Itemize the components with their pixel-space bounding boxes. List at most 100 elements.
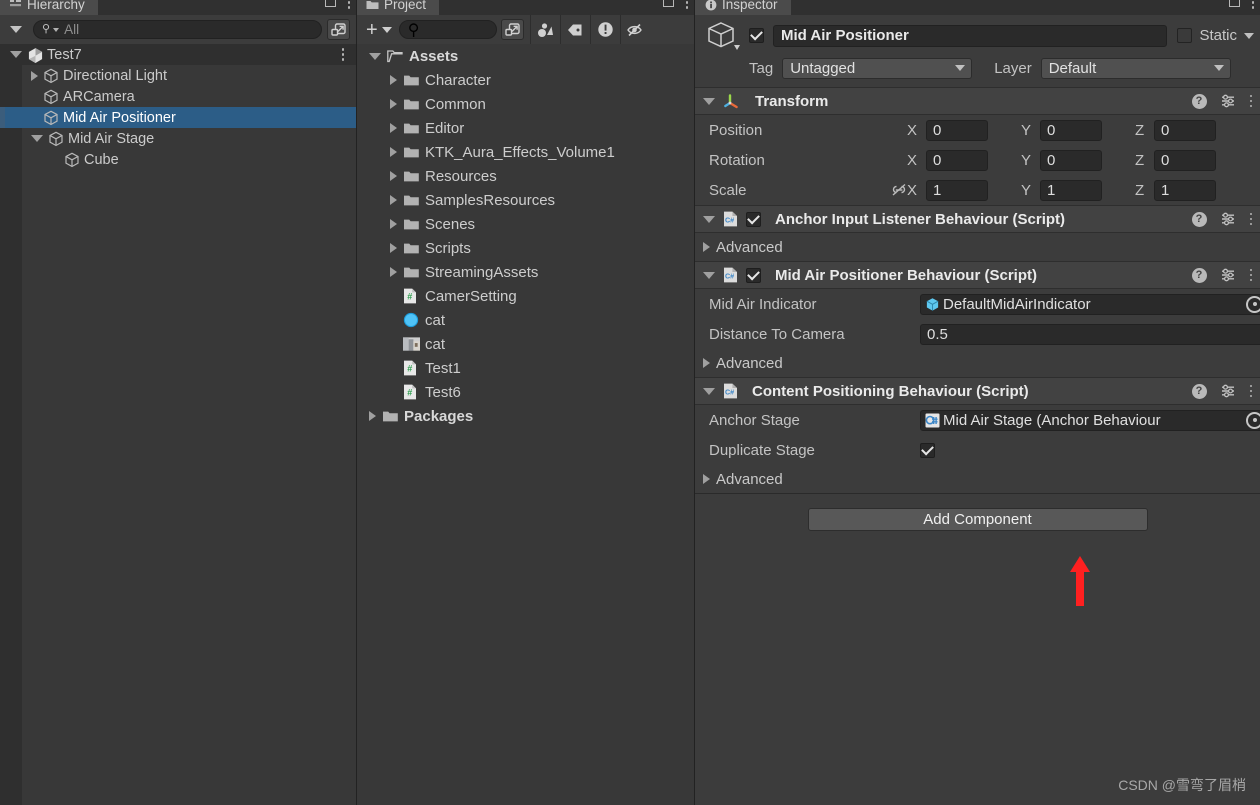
help-icon[interactable]: ?	[1191, 383, 1207, 399]
project-item-cat[interactable]: cat	[357, 332, 694, 356]
collapse-triangle-icon[interactable]	[703, 242, 710, 252]
component-menu-icon[interactable]	[1249, 268, 1252, 282]
project-tree[interactable]: Assets Character Common Editor KTK_Aura_Effe…	[357, 44, 694, 805]
layer-dropdown[interactable]: Default	[1040, 57, 1231, 79]
collapse-triangle-icon[interactable]	[390, 243, 397, 253]
project-menu-icon[interactable]	[685, 0, 688, 9]
component-menu-icon[interactable]	[1249, 384, 1252, 398]
hierarchy-item-mid-air-positioner[interactable]: Mid Air Positioner	[0, 107, 356, 128]
expand-triangle-icon[interactable]	[31, 135, 43, 142]
preset-icon[interactable]	[1221, 212, 1236, 226]
expand-triangle-icon[interactable]	[703, 215, 715, 223]
maximize-icon[interactable]	[324, 0, 336, 8]
advanced-foldout[interactable]: Advanced	[695, 233, 1260, 261]
hierarchy-item-mid-air-stage[interactable]: Mid Air Stage	[0, 128, 356, 149]
collapse-triangle-icon[interactable]	[390, 219, 397, 229]
hierarchy-item-arcamera[interactable]: ARCamera	[0, 86, 356, 107]
collapse-triangle-icon[interactable]	[390, 147, 397, 157]
preset-icon[interactable]	[1221, 384, 1236, 398]
expand-triangle-icon[interactable]	[703, 97, 715, 105]
collapse-triangle-icon[interactable]	[369, 411, 376, 421]
hierarchy-create-dropdown-icon[interactable]	[10, 26, 22, 33]
component-header[interactable]: C# Anchor Input Listener Behaviour (Scrip…	[695, 205, 1260, 233]
project-item-assets[interactable]: Assets	[357, 44, 694, 68]
project-create-button[interactable]: +	[357, 20, 399, 40]
component-menu-icon[interactable]	[1249, 94, 1252, 108]
hierarchy-item-cube[interactable]: Cube	[0, 149, 356, 170]
object-picker-icon[interactable]	[1246, 295, 1260, 313]
help-icon[interactable]: ?	[1191, 211, 1207, 227]
property-field-z[interactable]: 1	[1154, 179, 1216, 201]
hierarchy-tree[interactable]: Test7 Directional Light ARCamera Mid Air Po…	[0, 44, 356, 805]
component-header[interactable]: Transform?	[695, 87, 1260, 115]
property-field-x[interactable]: 0	[926, 149, 988, 171]
help-icon[interactable]: ?	[1191, 267, 1207, 283]
expand-triangle-icon[interactable]	[703, 271, 715, 279]
collapse-triangle-icon[interactable]	[31, 70, 38, 81]
project-search-input[interactable]: ⚲	[398, 20, 497, 39]
project-item-scripts[interactable]: Scripts	[357, 236, 694, 260]
warning-icon[interactable]	[589, 15, 620, 44]
expand-triangle-icon[interactable]	[369, 52, 381, 60]
preset-icon[interactable]	[1221, 268, 1236, 282]
object-reference-field[interactable]: DefaultMidAirIndicator	[920, 293, 1260, 315]
label-tag-icon[interactable]	[559, 15, 590, 44]
property-field-x[interactable]: 1	[926, 179, 988, 201]
tab-inspector[interactable]: Inspector	[695, 0, 791, 15]
project-item-cat[interactable]: cat	[357, 308, 694, 332]
component-menu-icon[interactable]	[1249, 212, 1252, 226]
add-component-button[interactable]: Add Component	[807, 508, 1148, 531]
project-item-packages[interactable]: Packages	[357, 404, 694, 428]
hierarchy-expand-button[interactable]	[327, 19, 350, 40]
project-item-resources[interactable]: Resources	[357, 164, 694, 188]
property-field-y[interactable]: 0	[1040, 149, 1102, 171]
property-field-z[interactable]: 0	[1154, 119, 1216, 141]
collapse-triangle-icon[interactable]	[703, 358, 710, 368]
component-header[interactable]: C# Mid Air Positioner Behaviour (Script)?	[695, 261, 1260, 289]
component-header[interactable]: C# Content Positioning Behaviour (Script)…	[695, 377, 1260, 405]
property-field-y[interactable]: 1	[1040, 179, 1102, 201]
hierarchy-menu-icon[interactable]	[347, 0, 350, 9]
project-item-character[interactable]: Character	[357, 68, 694, 92]
advanced-foldout[interactable]: Advanced	[695, 465, 1260, 493]
static-checkbox[interactable]	[1177, 28, 1193, 43]
project-item-common[interactable]: Common	[357, 92, 694, 116]
component-enabled-checkbox[interactable]	[746, 211, 761, 227]
collapse-triangle-icon[interactable]	[390, 267, 397, 277]
collapse-triangle-icon[interactable]	[390, 171, 397, 181]
favorites-icon[interactable]	[529, 15, 560, 44]
advanced-foldout[interactable]: Advanced	[695, 349, 1260, 377]
project-item-camersetting[interactable]: # CamerSetting	[357, 284, 694, 308]
static-dropdown-icon[interactable]	[1244, 32, 1254, 39]
project-item-ktk-aura-effects-volume1[interactable]: KTK_Aura_Effects_Volume1	[357, 140, 694, 164]
object-picker-icon[interactable]	[1246, 411, 1260, 429]
project-expand-button[interactable]	[500, 19, 524, 40]
object-reference-field[interactable]: Mid Air Stage (Anchor Behaviour	[920, 409, 1260, 431]
project-item-scenes[interactable]: Scenes	[357, 212, 694, 236]
gameobject-name-input[interactable]: Mid Air Positioner	[773, 24, 1168, 47]
collapse-triangle-icon[interactable]	[390, 123, 397, 133]
hidden-packages-icon[interactable]	[619, 15, 650, 44]
project-item-streamingassets[interactable]: StreamingAssets	[357, 260, 694, 284]
tab-hierarchy[interactable]: Hierarchy	[0, 0, 98, 15]
property-field-y[interactable]: 0	[1040, 119, 1102, 141]
maximize-icon[interactable]	[662, 0, 674, 8]
gameobject-enabled-checkbox[interactable]	[749, 28, 764, 43]
tag-dropdown[interactable]: Untagged	[782, 57, 973, 79]
property-field-z[interactable]: 0	[1154, 149, 1216, 171]
tab-project[interactable]: Project	[357, 0, 440, 15]
component-enabled-checkbox[interactable]	[746, 267, 761, 283]
collapse-triangle-icon[interactable]	[703, 474, 710, 484]
collapse-triangle-icon[interactable]	[390, 195, 397, 205]
project-item-test1[interactable]: # Test1	[357, 356, 694, 380]
help-icon[interactable]: ?	[1191, 93, 1207, 109]
hierarchy-row-menu-icon[interactable]	[341, 48, 344, 61]
collapse-triangle-icon[interactable]	[390, 99, 397, 109]
project-item-editor[interactable]: Editor	[357, 116, 694, 140]
expand-triangle-icon[interactable]	[10, 51, 22, 58]
hierarchy-item-directional-light[interactable]: Directional Light	[0, 65, 356, 86]
property-checkbox[interactable]	[920, 442, 935, 458]
property-field-x[interactable]: 0	[926, 119, 988, 141]
maximize-icon[interactable]	[1228, 0, 1240, 8]
collapse-triangle-icon[interactable]	[390, 75, 397, 85]
